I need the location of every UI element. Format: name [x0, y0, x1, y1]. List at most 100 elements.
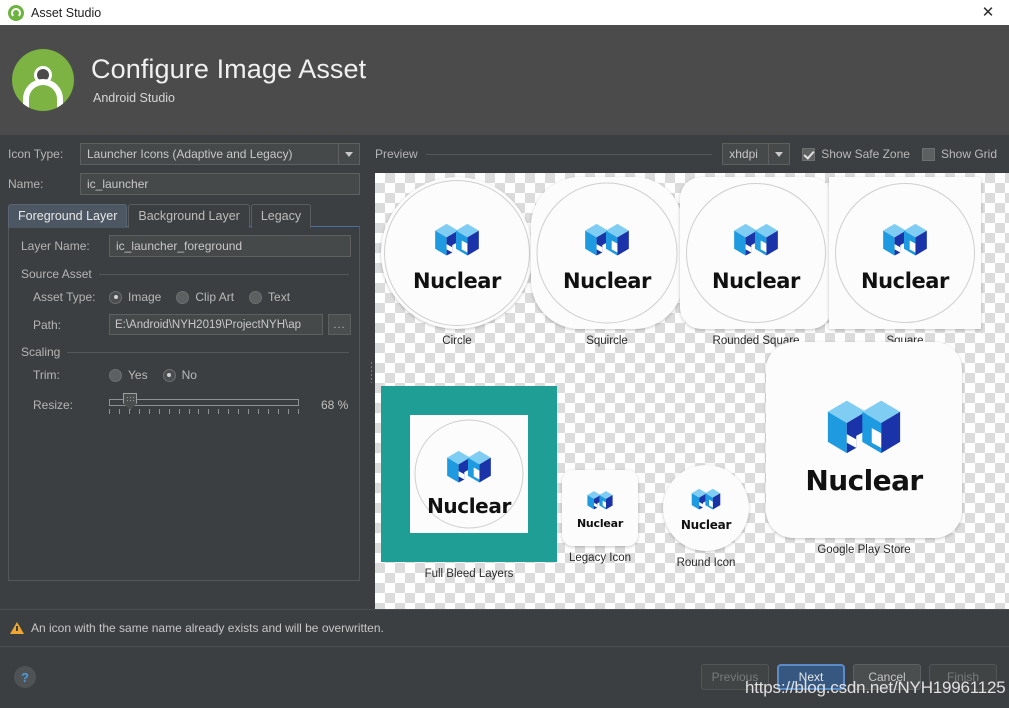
resize-slider[interactable]	[109, 392, 299, 418]
trim-no-radio[interactable]: No	[163, 368, 197, 382]
preview-caption: Google Play Store	[766, 544, 962, 556]
asset-studio-icon	[8, 5, 24, 21]
browse-button[interactable]: ...	[328, 314, 351, 335]
preview-divider	[426, 154, 713, 155]
asset-type-text-radio[interactable]: Text	[249, 290, 290, 304]
dialog-footer: ? Previous Next Cancel Finish https://bl…	[0, 646, 1009, 707]
preview-caption: Round Icon	[663, 557, 749, 569]
icon-type-select[interactable]: Launcher Icons (Adaptive and Legacy)	[80, 143, 360, 165]
nuclear-cube-logo-icon	[821, 386, 907, 472]
watermark-text: https://blog.csdn.net/NYH19961125	[745, 678, 1006, 698]
density-select[interactable]: xhdpi	[722, 143, 790, 165]
preview-panel: Preview xhdpi Show Safe Zone Show Grid N…	[375, 135, 1009, 609]
path-input[interactable]: E:\Android\NYH2019\ProjectNYH\ap	[109, 314, 323, 335]
icon-type-label: Icon Type:	[8, 147, 80, 161]
trim-row: Trim: Yes No	[9, 368, 359, 382]
preview-legacy: Nuclear	[562, 470, 638, 546]
nuclear-wordmark: Nuclear	[427, 494, 511, 518]
path-label: Path:	[33, 318, 109, 332]
nuclear-cube-logo-icon	[879, 215, 931, 267]
nuclear-wordmark: Nuclear	[805, 464, 922, 497]
resize-value: 68 %	[321, 398, 348, 412]
path-row: Path: E:\Android\NYH2019\ProjectNYH\ap .…	[9, 314, 359, 335]
source-asset-group-label: Source Asset	[21, 267, 99, 281]
name-input[interactable]: ic_launcher	[80, 173, 360, 195]
slider-ticks	[109, 409, 299, 415]
layer-name-input[interactable]: ic_launcher_foreground	[109, 235, 351, 257]
nuclear-cube-logo-icon	[443, 442, 495, 494]
preview-caption: Squircle	[531, 335, 683, 347]
asset-type-label: Asset Type:	[33, 290, 109, 304]
layer-tabs: Foreground Layer Background Layer Legacy	[0, 203, 368, 227]
foreground-layer-panel: Layer Name: ic_launcher_foreground Sourc…	[8, 226, 360, 581]
page-subtitle: Android Studio	[93, 91, 366, 105]
layer-name-row: Layer Name: ic_launcher_foreground	[9, 235, 359, 257]
chevron-down-icon	[338, 144, 359, 164]
tab-background-layer[interactable]: Background Layer	[128, 204, 249, 228]
source-asset-group-header: Source Asset	[9, 267, 359, 281]
android-studio-logo-icon	[12, 49, 74, 111]
slider-thumb[interactable]	[123, 393, 137, 410]
warning-triangle-icon	[10, 622, 24, 634]
preview-fullbleed: Nuclear	[381, 386, 557, 562]
name-row: Name: ic_launcher	[0, 173, 368, 195]
icon-type-row: Icon Type: Launcher Icons (Adaptive and …	[0, 143, 368, 165]
name-label: Name:	[8, 177, 80, 191]
nuclear-cube-logo-icon	[585, 486, 615, 516]
dialog-body: Icon Type: Launcher Icons (Adaptive and …	[0, 135, 1009, 609]
checkbox-icon	[802, 148, 815, 161]
asset-type-row: Asset Type: Image Clip Art Text	[9, 290, 359, 304]
nuclear-wordmark: Nuclear	[681, 518, 731, 532]
preview-caption: Legacy Icon	[562, 552, 638, 564]
radio-icon	[176, 291, 189, 304]
show-safe-zone-checkbox[interactable]: Show Safe Zone	[802, 147, 910, 161]
group-divider	[67, 352, 349, 353]
asset-type-clipart-label: Clip Art	[195, 290, 234, 304]
preview-toolbar: Preview xhdpi Show Safe Zone Show Grid	[375, 143, 1009, 165]
preview-caption: Circle	[381, 335, 533, 347]
trim-yes-label: Yes	[128, 368, 148, 382]
trim-no-label: No	[182, 368, 197, 382]
density-value: xhdpi	[723, 147, 768, 161]
icon-type-value: Launcher Icons (Adaptive and Legacy)	[81, 147, 338, 161]
page-title: Configure Image Asset	[91, 55, 366, 85]
radio-icon	[163, 369, 176, 382]
group-divider	[99, 274, 349, 275]
radio-icon	[109, 369, 122, 382]
asset-type-clipart-radio[interactable]: Clip Art	[176, 290, 234, 304]
preview-play: Nuclear	[766, 342, 962, 538]
preview-square: Nuclear	[829, 177, 981, 329]
tab-legacy[interactable]: Legacy	[251, 204, 311, 228]
preview-label: Preview	[375, 147, 426, 161]
radio-icon	[249, 291, 262, 304]
checkbox-icon	[922, 148, 935, 161]
close-icon[interactable]: ✕	[967, 0, 1009, 25]
splitter-grip-icon	[370, 361, 373, 383]
scaling-group-header: Scaling	[9, 345, 359, 359]
show-safe-zone-label: Show Safe Zone	[821, 147, 910, 161]
resize-label: Resize:	[33, 398, 109, 412]
asset-type-image-radio[interactable]: Image	[109, 290, 161, 304]
asset-type-text-label: Text	[268, 290, 290, 304]
chevron-down-icon	[768, 144, 789, 164]
tab-foreground-layer[interactable]: Foreground Layer	[8, 204, 127, 228]
radio-icon	[109, 291, 122, 304]
nuclear-wordmark: Nuclear	[413, 269, 501, 293]
preview-round: Nuclear	[663, 465, 749, 551]
asset-type-image-label: Image	[128, 290, 161, 304]
layer-name-label: Layer Name:	[21, 239, 109, 253]
show-grid-label: Show Grid	[941, 147, 997, 161]
nuclear-wordmark: Nuclear	[563, 269, 651, 293]
show-grid-checkbox[interactable]: Show Grid	[922, 147, 997, 161]
window-titlebar: Asset Studio ✕	[0, 0, 1009, 25]
trim-yes-radio[interactable]: Yes	[109, 368, 148, 382]
panel-splitter[interactable]	[368, 135, 375, 609]
nuclear-cube-logo-icon	[689, 483, 723, 517]
nuclear-wordmark: Nuclear	[861, 269, 949, 293]
help-button[interactable]: ?	[14, 666, 36, 688]
window-title: Asset Studio	[31, 6, 101, 20]
resize-row: Resize: 68 %	[9, 392, 359, 418]
dialog-header: Configure Image Asset Android Studio	[0, 25, 1009, 135]
warning-text: An icon with the same name already exist…	[31, 621, 384, 635]
nuclear-cube-logo-icon	[581, 215, 633, 267]
